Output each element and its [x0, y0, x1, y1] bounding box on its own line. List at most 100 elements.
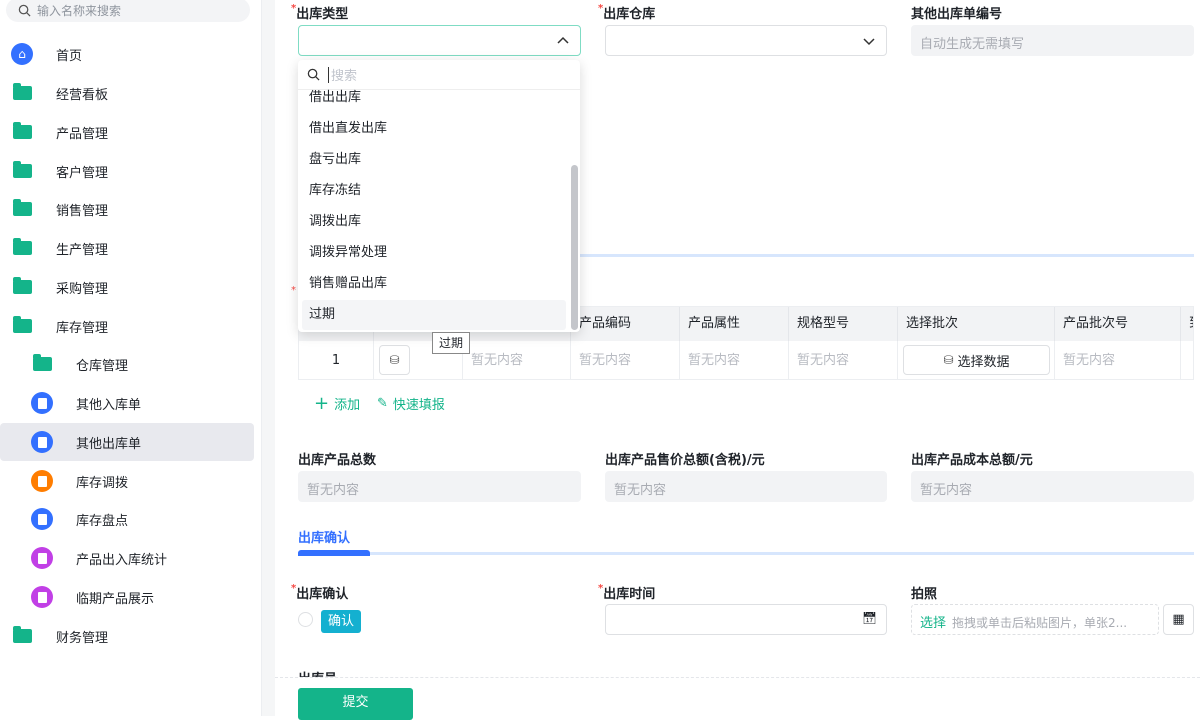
row-index: 1 [299, 341, 374, 379]
sidebar-item-11[interactable]: 库存调拨 [0, 462, 254, 500]
database-icon: ⛁ [943, 353, 954, 367]
dropdown-option[interactable]: 借出直发出库 [302, 114, 566, 144]
sidebar-item-label: 仓库管理 [76, 358, 129, 374]
sidebar-item-label: 财务管理 [56, 630, 109, 646]
time-picker[interactable]: 📅︎ [605, 604, 887, 635]
submit-button[interactable]: 提交 [298, 688, 413, 720]
sidebar-item-3[interactable]: 客户管理 [0, 152, 254, 190]
confirm-label: *出库确认 [291, 583, 349, 602]
home-icon: ⌂ [10, 42, 34, 66]
type-select[interactable] [298, 25, 581, 56]
sidebar-item-label: 生产管理 [56, 242, 109, 258]
sidebar-item-7[interactable]: 库存管理 [0, 307, 254, 345]
sidebar-item-2[interactable]: 产品管理 [0, 113, 254, 151]
plus-icon: + [314, 393, 330, 414]
sidebar-item-label: 库存调拨 [76, 475, 129, 491]
header-more: 到 [1181, 307, 1193, 341]
sidebar-item-14[interactable]: 临期产品展示 [0, 578, 254, 616]
sidebar-item-4[interactable]: 销售管理 [0, 190, 254, 228]
sidebar-item-9[interactable]: 其他入库单 [0, 384, 254, 422]
quick-fill-label: 快速填报 [392, 398, 445, 413]
sidebar-item-8[interactable]: 仓库管理 [0, 345, 254, 383]
sidebar-item-15[interactable]: 财务管理 [0, 617, 254, 655]
cell-product-attr: 暂无内容 [680, 341, 789, 379]
section-divider [580, 254, 1194, 257]
chart-screen-icon [30, 585, 54, 609]
total-qty-label: 出库产品总数 [298, 453, 377, 468]
sidebar-item-6[interactable]: 采购管理 [0, 268, 254, 306]
header-product-attr: 产品属性 [680, 307, 789, 341]
search-icon [307, 68, 320, 81]
sidebar-item-label: 首页 [56, 48, 83, 64]
folder-icon [10, 81, 34, 105]
dropdown-option[interactable]: 过期 [302, 300, 566, 330]
sidebar-item-12[interactable]: 库存盘点 [0, 500, 254, 538]
qrcode-button[interactable]: ▦ [1163, 604, 1194, 635]
sidebar-item-label: 其他入库单 [76, 397, 142, 413]
total-price-label: 出库产品售价总额(含税)/元 [605, 453, 765, 468]
confirm-radio[interactable] [298, 612, 313, 627]
sidebar-item-label: 库存盘点 [76, 513, 129, 529]
folder-icon [10, 275, 34, 299]
dropdown-option[interactable]: 库存冻结 [302, 176, 566, 206]
header-spec: 规格型号 [789, 307, 898, 341]
document-icon [30, 430, 54, 454]
folder-icon [10, 236, 34, 260]
sidebar-item-5[interactable]: 生产管理 [0, 229, 254, 267]
sidebar-item-label: 经营看板 [56, 87, 109, 103]
folder-icon [10, 197, 34, 221]
sidebar-item-label: 临期产品展示 [76, 591, 155, 607]
dropdown-option[interactable]: 借出出库 [302, 83, 566, 113]
folder-icon [30, 352, 54, 376]
menu-search-input[interactable]: 输入名称来搜索 [6, 0, 250, 22]
photo-hint: 拖拽或单击后粘贴图片，单张2... [952, 616, 1128, 630]
dropdown-option[interactable]: 销售赠品出库 [302, 269, 566, 299]
sidebar-item-10[interactable]: 其他出库单 [0, 423, 254, 461]
header-select-batch: 选择批次 [898, 307, 1055, 341]
search-icon [18, 4, 31, 17]
photo-select-link[interactable]: 选择 [920, 616, 946, 631]
footer [275, 677, 1200, 716]
transfer-icon [30, 469, 54, 493]
sidebar: 输入名称来搜索 ⌂ 首页经营看板产品管理客户管理销售管理生产管理采购管理库存管理仓… [0, 0, 262, 716]
header-product-code: 产品编码 [571, 307, 680, 341]
folder-icon [10, 624, 34, 648]
document-icon [30, 507, 54, 531]
folder-open-icon [10, 314, 34, 338]
sidebar-item-label: 其他出库单 [76, 436, 142, 452]
sidebar-item-label: 客户管理 [56, 165, 109, 181]
chart-screen-icon [30, 546, 54, 570]
add-label: 添加 [334, 398, 361, 413]
select-product-button[interactable]: ⛁ [379, 345, 410, 375]
sidebar-item-0[interactable]: ⌂ 首页 [0, 35, 254, 73]
cell-product-name: 暂无内容 [463, 341, 571, 379]
quick-fill-button[interactable]: ✎ 快速填报 [377, 394, 445, 413]
sidebar-item-label: 采购管理 [56, 281, 109, 297]
photo-upload[interactable]: 选择 拖拽或单击后粘贴图片，单张2... [911, 604, 1159, 635]
type-dropdown: 搜索 借出出库 借出直发出库 盘亏出库 库存冻结 调拨出库 调拨异常处理 销售赠品出库 过期 [298, 60, 580, 332]
select-batch-button[interactable]: ⛁ 选择数据 [903, 345, 1050, 375]
confirm-tag[interactable]: 确认 [321, 610, 361, 633]
document-icon [30, 391, 54, 415]
dropdown-scrollbar[interactable] [571, 165, 578, 330]
sidebar-item-13[interactable]: 产品出入库统计 [0, 539, 254, 577]
dropdown-option[interactable]: 调拨出库 [302, 207, 566, 237]
edit-form-icon: ✎ [377, 396, 388, 411]
warehouse-select[interactable] [605, 25, 887, 56]
cell-spec: 暂无内容 [789, 341, 898, 379]
dropdown-option[interactable]: 盘亏出库 [302, 145, 566, 175]
sidebar-item-label: 库存管理 [56, 320, 109, 336]
sidebar-item-1[interactable]: 经营看板 [0, 74, 254, 112]
type-label: *出库类型 [291, 3, 349, 22]
dropdown-option[interactable]: 调拨异常处理 [302, 238, 566, 268]
number-label: 其他出库单编号 [911, 7, 1003, 22]
tab-confirm[interactable]: 出库确认 [298, 527, 350, 546]
add-row-button[interactable]: + 添加 [314, 393, 360, 414]
total-qty-field: 暂无内容 [298, 471, 581, 502]
total-price-field: 暂无内容 [605, 471, 887, 502]
select-batch-label: 选择数据 [957, 354, 1010, 370]
number-field: 自动生成无需填写 [911, 25, 1194, 56]
qrcode-icon: ▦ [1172, 612, 1185, 627]
cell-batch-no: 暂无内容 [1055, 341, 1181, 379]
total-cost-label: 出库产品成本总额/元 [911, 453, 1033, 468]
